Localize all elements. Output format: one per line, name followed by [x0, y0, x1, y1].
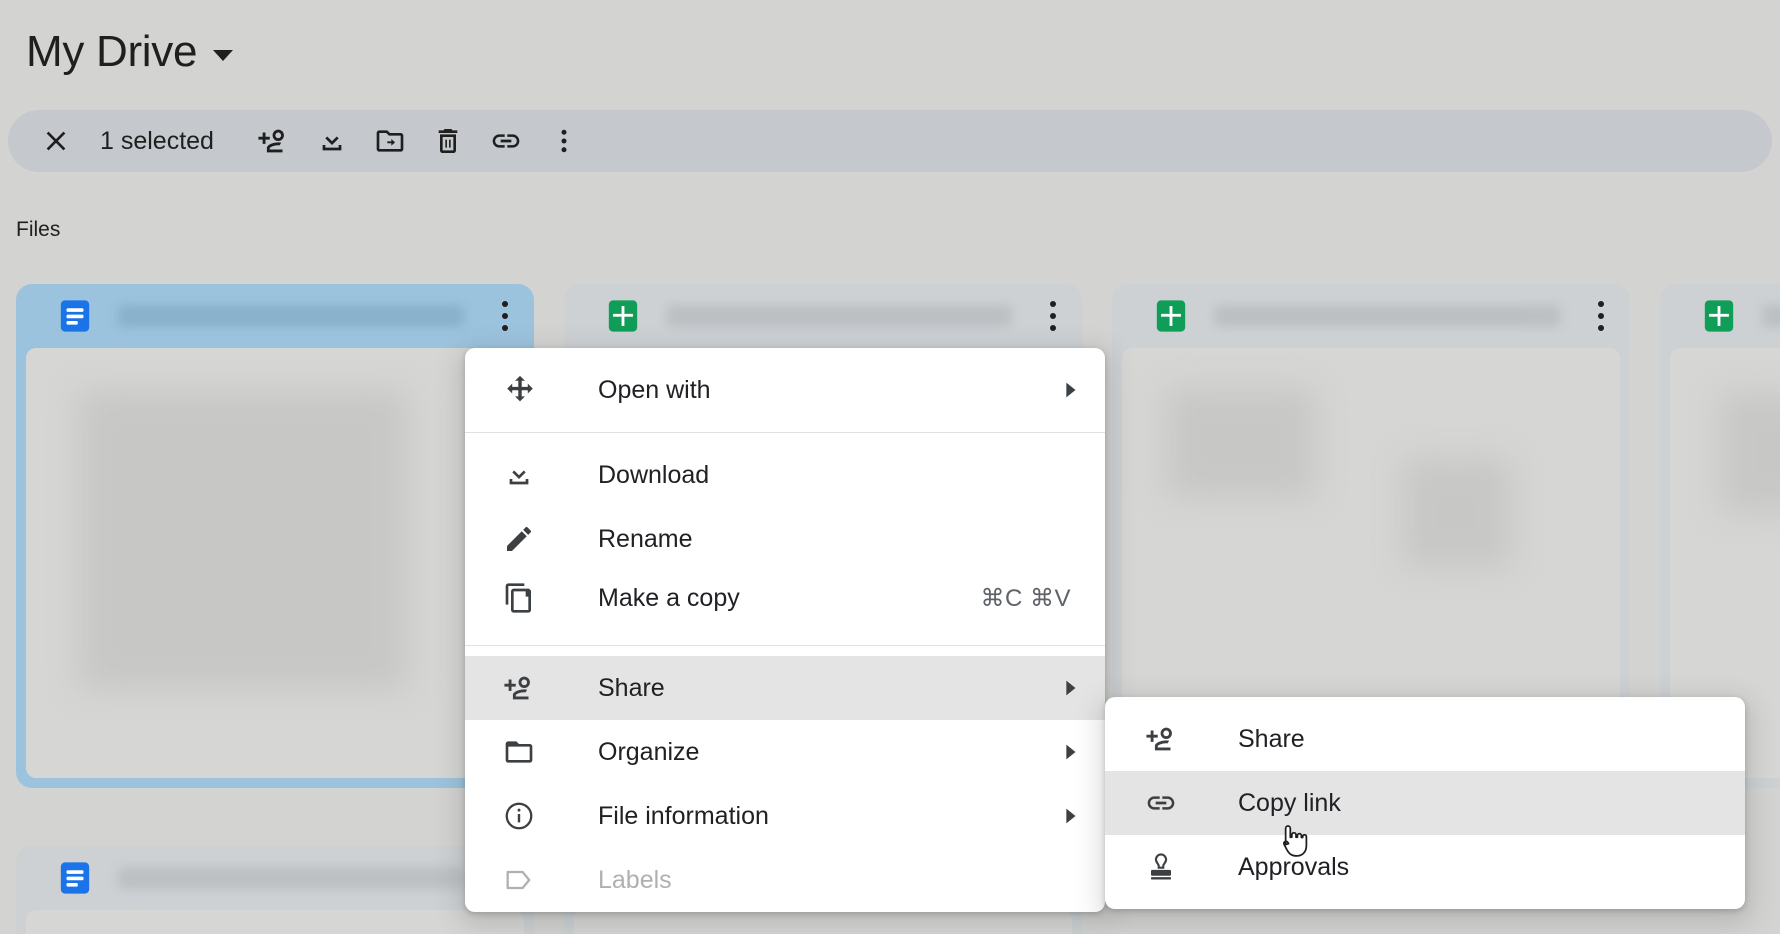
selection-count-label: 1 selected	[100, 127, 214, 156]
google-docs-icon	[58, 299, 92, 333]
label-tag-icon	[503, 864, 541, 896]
menu-divider	[465, 432, 1105, 433]
google-sheets-icon	[1702, 299, 1736, 333]
files-section-label: Files	[16, 218, 60, 242]
toolbar-link-button[interactable]	[480, 115, 532, 167]
file-card-header	[1660, 284, 1780, 348]
menu-item-download[interactable]: Download	[465, 443, 1105, 507]
menu-item-label: Rename	[598, 525, 693, 554]
share-submenu: Share Copy link Approvals	[1105, 697, 1745, 909]
menu-item-label: File information	[598, 802, 769, 831]
file-card-more-button[interactable]	[1038, 296, 1068, 336]
page-title: My Drive	[26, 28, 197, 76]
chevron-right-icon	[1059, 677, 1081, 699]
menu-item-label: Organize	[598, 738, 699, 767]
menu-item-open-with[interactable]: Open with	[465, 358, 1105, 422]
menu-divider	[465, 645, 1105, 646]
menu-item-organize[interactable]: Organize	[465, 720, 1105, 784]
toolbar-share-button[interactable]	[248, 115, 300, 167]
pencil-icon	[503, 523, 541, 555]
menu-item-file-information[interactable]: File information	[465, 784, 1105, 848]
toolbar-move-button[interactable]	[364, 115, 416, 167]
file-card-more-button[interactable]	[1586, 296, 1616, 336]
open-with-move-icon	[503, 373, 541, 407]
menu-item-labels: Labels	[465, 848, 1105, 912]
toolbar-trash-button[interactable]	[422, 115, 474, 167]
close-icon	[40, 125, 72, 157]
toolbar-download-button[interactable]	[306, 115, 358, 167]
chevron-right-icon	[1059, 741, 1081, 763]
download-icon	[316, 125, 348, 157]
file-card-header	[1112, 284, 1630, 348]
google-sheets-icon	[1154, 299, 1188, 333]
submenu-item-share[interactable]: Share	[1105, 707, 1745, 771]
chevron-right-icon	[1059, 379, 1081, 401]
link-icon	[1145, 787, 1183, 819]
stamp-icon	[1145, 851, 1183, 883]
submenu-item-approvals[interactable]: Approvals	[1105, 835, 1745, 899]
file-thumbnail	[26, 348, 524, 778]
menu-item-label: Labels	[598, 866, 672, 895]
menu-item-label: Open with	[598, 376, 711, 405]
file-thumbnail	[574, 910, 1072, 934]
share-person-add-icon	[257, 124, 291, 158]
menu-item-shortcut: ⌘C ⌘V	[980, 584, 1081, 613]
caret-down-icon	[213, 50, 233, 61]
file-thumbnail	[26, 910, 524, 934]
page-header: My Drive	[0, 0, 1780, 104]
menu-item-label: Download	[598, 461, 709, 490]
submenu-item-label: Share	[1238, 725, 1305, 754]
more-vertical-icon	[549, 126, 579, 156]
download-icon	[503, 459, 541, 491]
file-card-header	[16, 846, 534, 910]
menu-item-label: Make a copy	[598, 584, 740, 613]
file-card-header	[16, 284, 534, 348]
file-name-redacted	[666, 305, 1012, 327]
file-name-redacted	[1762, 305, 1780, 327]
info-icon	[503, 800, 541, 832]
submenu-item-copy-link[interactable]: Copy link	[1105, 771, 1745, 835]
my-drive-dropdown[interactable]: My Drive	[18, 24, 241, 80]
menu-item-make-a-copy[interactable]: Make a copy ⌘C ⌘V	[465, 571, 1105, 635]
file-name-redacted	[118, 305, 464, 327]
trash-icon	[432, 125, 464, 157]
file-card-header	[564, 284, 1082, 348]
chevron-right-icon	[1059, 805, 1081, 827]
move-to-folder-icon	[374, 125, 406, 157]
link-icon	[490, 125, 522, 157]
file-card-more-button[interactable]	[490, 296, 520, 336]
person-add-icon	[503, 671, 541, 705]
copy-icon	[503, 582, 541, 614]
file-card[interactable]	[16, 284, 534, 788]
file-card[interactable]	[16, 846, 534, 934]
close-selection-button[interactable]	[30, 115, 82, 167]
menu-item-share[interactable]: Share	[465, 656, 1105, 720]
submenu-item-label: Copy link	[1238, 789, 1341, 818]
toolbar-more-button[interactable]	[538, 115, 590, 167]
google-sheets-icon	[606, 299, 640, 333]
menu-item-rename[interactable]: Rename	[465, 507, 1105, 571]
menu-item-label: Share	[598, 674, 665, 703]
file-name-redacted	[1214, 305, 1560, 327]
person-add-icon	[1145, 722, 1183, 756]
submenu-item-label: Approvals	[1238, 853, 1349, 882]
drive-page: My Drive 1 selected	[0, 0, 1780, 934]
file-name-redacted	[118, 867, 464, 889]
folder-icon	[503, 736, 541, 768]
file-context-menu: Open with Download Renam	[465, 348, 1105, 912]
selection-toolbar: 1 selected	[8, 110, 1772, 172]
google-docs-icon	[58, 861, 92, 895]
